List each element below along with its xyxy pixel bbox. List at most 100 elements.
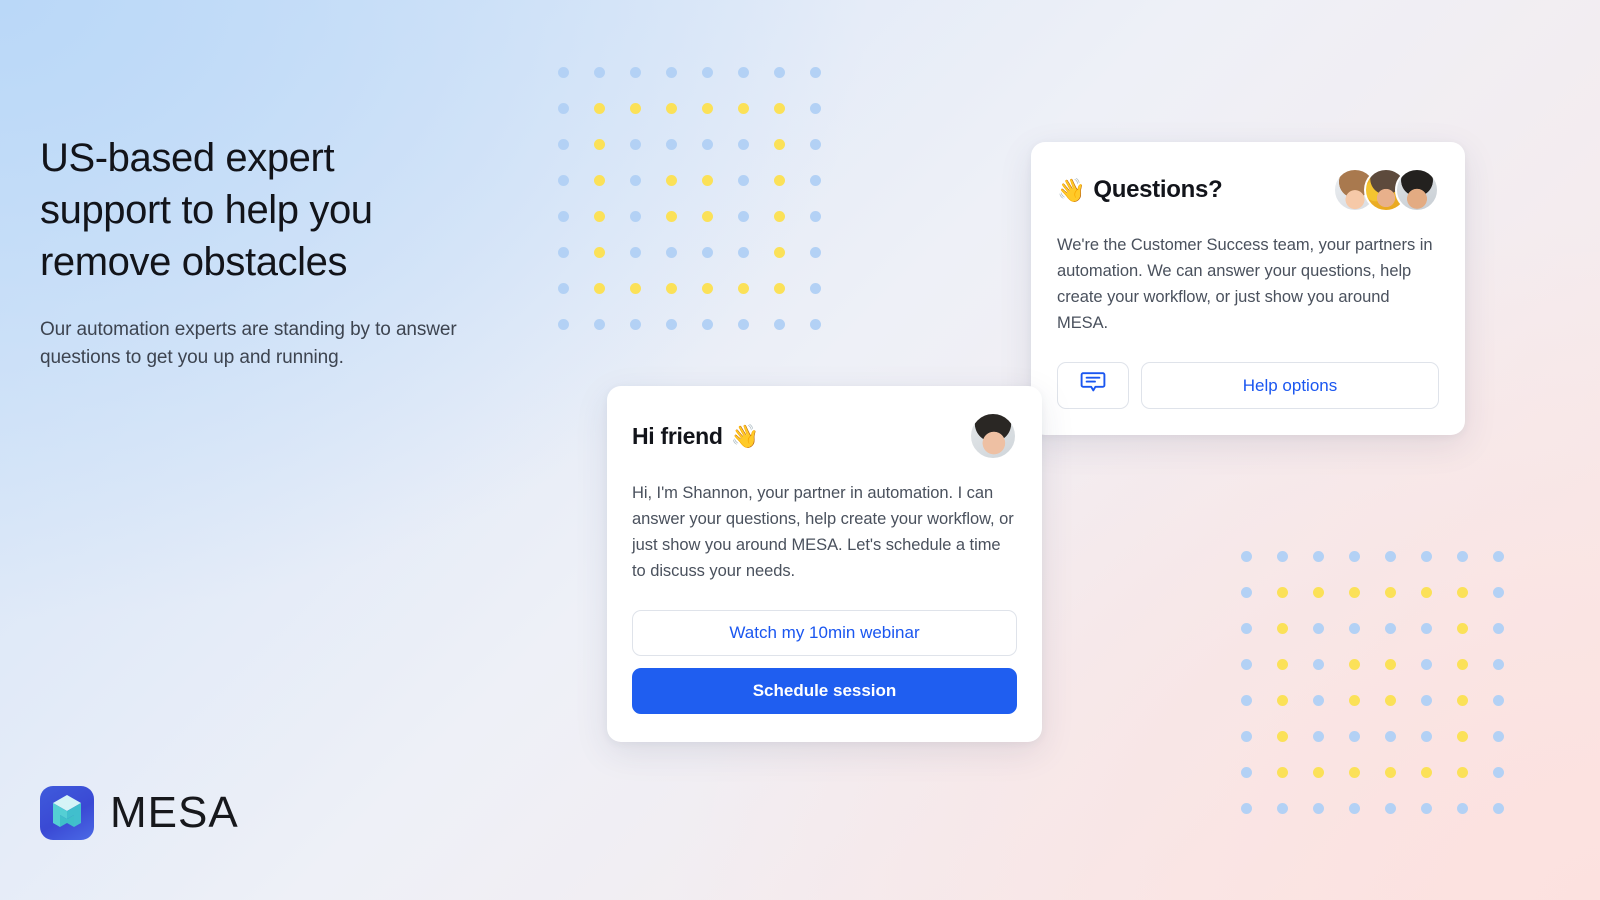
decorative-dot (1493, 587, 1504, 598)
decorative-dot (1241, 767, 1252, 778)
decorative-dot (1457, 551, 1468, 562)
help-options-button[interactable]: Help options (1141, 362, 1439, 409)
decorative-dot (594, 67, 605, 78)
decorative-dot (1493, 767, 1504, 778)
decorative-dot (1277, 767, 1288, 778)
decorative-dot (702, 283, 713, 294)
decorative-dot (1241, 731, 1252, 742)
decorative-dot (738, 103, 749, 114)
decorative-dot (1313, 623, 1324, 634)
decorative-dot (1385, 587, 1396, 598)
decorative-dot (1457, 767, 1468, 778)
decorative-dot (1421, 731, 1432, 742)
decorative-dot (1349, 551, 1360, 562)
decorative-dot (1277, 587, 1288, 598)
decorative-dot (810, 283, 821, 294)
decorative-dot (1277, 623, 1288, 634)
mesa-cube-logo-icon (40, 786, 94, 840)
hi-friend-card-actions: Watch my 10min webinar Schedule session (632, 610, 1017, 714)
decorative-dot (738, 211, 749, 222)
decorative-dot (774, 247, 785, 258)
decorative-dot (1385, 803, 1396, 814)
decorative-dot (630, 211, 641, 222)
decorative-dot (774, 103, 785, 114)
decorative-dot (666, 283, 677, 294)
decorative-dot (630, 139, 641, 150)
decorative-dot (702, 139, 713, 150)
decorative-dot (594, 103, 605, 114)
waving-hand-icon: 👋 (1057, 176, 1086, 203)
decorative-dot (702, 211, 713, 222)
decorative-dot (1493, 731, 1504, 742)
watch-webinar-button[interactable]: Watch my 10min webinar (632, 610, 1017, 656)
decorative-dot (558, 175, 569, 186)
decorative-dot (666, 319, 677, 330)
questions-card: 👋 Questions? We're the Customer Success … (1031, 142, 1465, 435)
decorative-dot (594, 247, 605, 258)
decorative-dot (810, 139, 821, 150)
decorative-dot (666, 139, 677, 150)
decorative-dot (1313, 767, 1324, 778)
hi-friend-card-title: Hi friend 👋 (632, 423, 759, 450)
decorative-dot (558, 247, 569, 258)
decorative-dot (666, 175, 677, 186)
decorative-dot (738, 139, 749, 150)
decorative-dot (1241, 623, 1252, 634)
decorative-dot (1493, 803, 1504, 814)
decorative-dot (1493, 623, 1504, 634)
decorative-dot (1457, 659, 1468, 670)
decorative-dot (630, 319, 641, 330)
decorative-dot (666, 67, 677, 78)
decorative-dot (1313, 659, 1324, 670)
shannon-avatar (969, 412, 1017, 460)
decorative-dot (1313, 731, 1324, 742)
chat-bubble-icon (1080, 371, 1106, 400)
landing-page: US-based expert support to help you remo… (0, 0, 1600, 900)
mesa-logo[interactable]: MESA (40, 786, 239, 840)
decorative-dot (810, 211, 821, 222)
decorative-dot (1241, 551, 1252, 562)
decorative-dot (1457, 803, 1468, 814)
decorative-dot (630, 103, 641, 114)
decorative-dot (558, 103, 569, 114)
decorative-dot (1241, 659, 1252, 670)
hi-friend-title-text: Hi friend (632, 422, 723, 449)
decorative-dot (1421, 623, 1432, 634)
page-title: US-based expert support to help you remo… (40, 136, 373, 284)
decorative-dot (558, 283, 569, 294)
decorative-dot (558, 319, 569, 330)
decorative-dot (630, 247, 641, 258)
decorative-dot (774, 211, 785, 222)
decorative-dot (1493, 695, 1504, 706)
hi-friend-card: Hi friend 👋 Hi, I'm Shannon, your partne… (607, 386, 1042, 742)
decorative-dot (1241, 695, 1252, 706)
decorative-dot (774, 67, 785, 78)
mesa-wordmark: MESA (110, 788, 239, 837)
chat-button[interactable] (1057, 362, 1129, 409)
decorative-dot (1421, 695, 1432, 706)
decorative-dot (1385, 767, 1396, 778)
schedule-session-button[interactable]: Schedule session (632, 668, 1017, 714)
decorative-dot (810, 247, 821, 258)
decorative-dot (1349, 695, 1360, 706)
decorative-dot (1421, 551, 1432, 562)
hero-section: US-based expert support to help you remo… (40, 132, 470, 372)
decorative-dot (1457, 587, 1468, 598)
decorative-dot (594, 319, 605, 330)
decorative-dot (630, 283, 641, 294)
decorative-dot (558, 67, 569, 78)
decorative-dot (1385, 659, 1396, 670)
questions-card-actions: Help options (1057, 362, 1439, 409)
decorative-dot (1277, 659, 1288, 670)
decorative-dot (702, 67, 713, 78)
decorative-dot (1313, 803, 1324, 814)
decorative-dot (1349, 587, 1360, 598)
decorative-dot (1385, 731, 1396, 742)
decorative-dot (1385, 695, 1396, 706)
decorative-dot (1349, 659, 1360, 670)
decorative-dot (1421, 659, 1432, 670)
decorative-dot (1421, 803, 1432, 814)
hero-subtitle: Our automation experts are standing by t… (40, 319, 457, 368)
decorative-dot (810, 175, 821, 186)
decorative-dot (810, 103, 821, 114)
